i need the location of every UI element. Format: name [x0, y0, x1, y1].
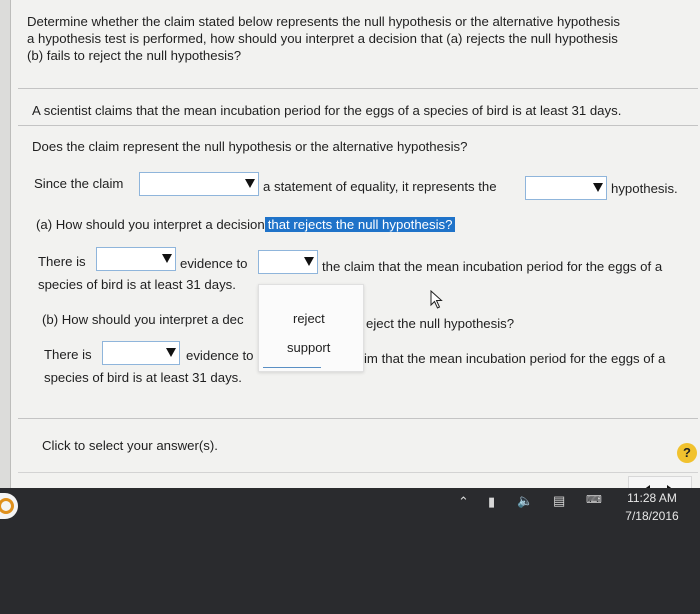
part-a-tail: the claim that the mean incubation perio… [322, 259, 663, 274]
part-b-tail: im that the mean incubation period for t… [364, 351, 666, 366]
part-b-line-2: species of bird is at least 31 days. [44, 370, 242, 385]
part-a-evidence-to: evidence to [180, 256, 248, 271]
part-b-evidence-to: evidence to [186, 348, 254, 363]
hypothesis-type-dropdown[interactable] [525, 176, 607, 200]
divider [18, 125, 698, 126]
dropdown-arrow-icon [162, 254, 172, 263]
app-logo-icon [0, 498, 14, 514]
divider [18, 88, 698, 89]
taskbar [0, 488, 700, 614]
claim-equality-dropdown[interactable] [139, 172, 259, 196]
part-a-line-2: species of bird is at least 31 days. [38, 277, 236, 292]
left-scroll-gutter [0, 0, 11, 488]
notification-icon[interactable]: ▤ [553, 493, 565, 509]
option-support[interactable]: support [287, 340, 330, 355]
since-prefix: Since the claim [34, 176, 124, 191]
divider [18, 472, 698, 473]
chevron-up-icon[interactable]: ⌃ [458, 494, 469, 510]
keyboard-icon[interactable]: ⌨ [586, 493, 602, 506]
part-a-action-dropdown[interactable] [258, 250, 318, 274]
dropdown-arrow-icon [166, 348, 176, 357]
question-panel: Determine whether the claim stated below… [0, 0, 700, 488]
dropdown-arrow-icon [304, 257, 314, 266]
part-b-action-underline [263, 367, 321, 368]
since-middle: a statement of equality, it represents t… [263, 179, 497, 194]
action-options-popup: reject support [258, 284, 364, 372]
part-b-question-end: eject the null hypothesis? [366, 316, 515, 331]
dropdown-arrow-icon [245, 179, 255, 188]
part-b-there-is: There is [44, 347, 92, 362]
footer-instruction: Click to select your answer(s). [42, 438, 218, 453]
part-a-question-start: (a) How should you interpret a decision [36, 217, 265, 232]
system-clock[interactable]: 11:28 AM 7/18/2016 [610, 489, 694, 525]
divider [18, 418, 698, 419]
prompt-text: Does the claim represent the null hypoth… [32, 139, 468, 154]
part-b-evidence-amount-dropdown[interactable] [102, 341, 180, 365]
question-line-1: Determine whether the claim stated below… [27, 14, 621, 29]
mouse-cursor-icon [430, 290, 443, 309]
part-b-question-start: (b) How should you interpret a dec [42, 312, 244, 327]
dropdown-arrow-icon [593, 183, 603, 192]
clock-date: 7/18/2016 [625, 509, 679, 523]
since-suffix: hypothesis. [611, 181, 678, 196]
battery-icon[interactable]: ▮ [488, 494, 495, 510]
claim-text: A scientist claims that the mean incubat… [32, 103, 622, 118]
question-line-2: a hypothesis test is performed, how shou… [27, 31, 618, 46]
volume-icon[interactable]: 🔈 [517, 493, 533, 509]
part-a-highlighted-text: that rejects the null hypothesis? [264, 217, 456, 232]
part-a-question: (a) How should you interpret a decision t… [36, 216, 456, 233]
option-reject[interactable]: reject [293, 311, 325, 326]
part-a-there-is: There is [38, 254, 86, 269]
clock-time: 11:28 AM [627, 491, 677, 505]
part-a-evidence-amount-dropdown[interactable] [96, 247, 176, 271]
help-button[interactable]: ? [677, 443, 697, 463]
question-line-3: (b) fails to reject the null hypothesis? [27, 48, 242, 63]
